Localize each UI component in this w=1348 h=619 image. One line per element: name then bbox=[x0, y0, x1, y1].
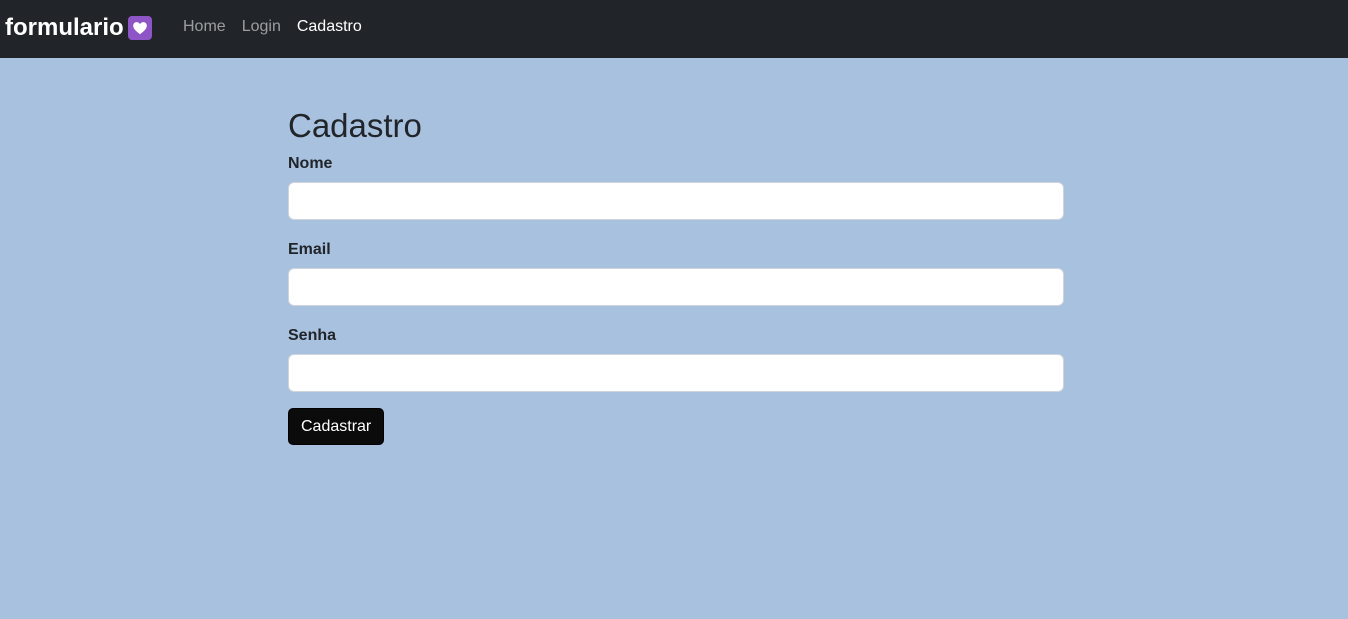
nav-link-login[interactable]: Login bbox=[242, 17, 281, 37]
password-input[interactable] bbox=[288, 354, 1064, 392]
email-label: Email bbox=[288, 241, 331, 258]
email-input[interactable] bbox=[288, 268, 1064, 306]
page-title: Cadastro bbox=[288, 107, 422, 144]
nav-links: Home Login Cadastro bbox=[183, 17, 362, 37]
password-label: Senha bbox=[288, 327, 337, 344]
name-label: Nome bbox=[288, 155, 333, 172]
nav-link-home[interactable]: Home bbox=[183, 17, 226, 37]
cadastrar-button[interactable]: Cadastrar bbox=[288, 408, 385, 445]
nav-link-cadastro[interactable]: Cadastro bbox=[297, 17, 362, 37]
password-field-group: Senha bbox=[288, 326, 1064, 392]
email-field-group: Email bbox=[288, 240, 1064, 306]
top-navbar: formulario Home Login Cadastro bbox=[0, 0, 1348, 58]
registration-form-container: Cadastro Nome Email Senha Cadastrar bbox=[288, 106, 1064, 445]
brand-name: formulario bbox=[5, 14, 124, 41]
name-input[interactable] bbox=[288, 182, 1064, 220]
heart-icon bbox=[127, 16, 152, 40]
brand-link[interactable]: formulario bbox=[5, 14, 152, 42]
registration-form: Nome Email Senha Cadastrar bbox=[288, 154, 1064, 445]
name-field-group: Nome bbox=[288, 154, 1064, 220]
